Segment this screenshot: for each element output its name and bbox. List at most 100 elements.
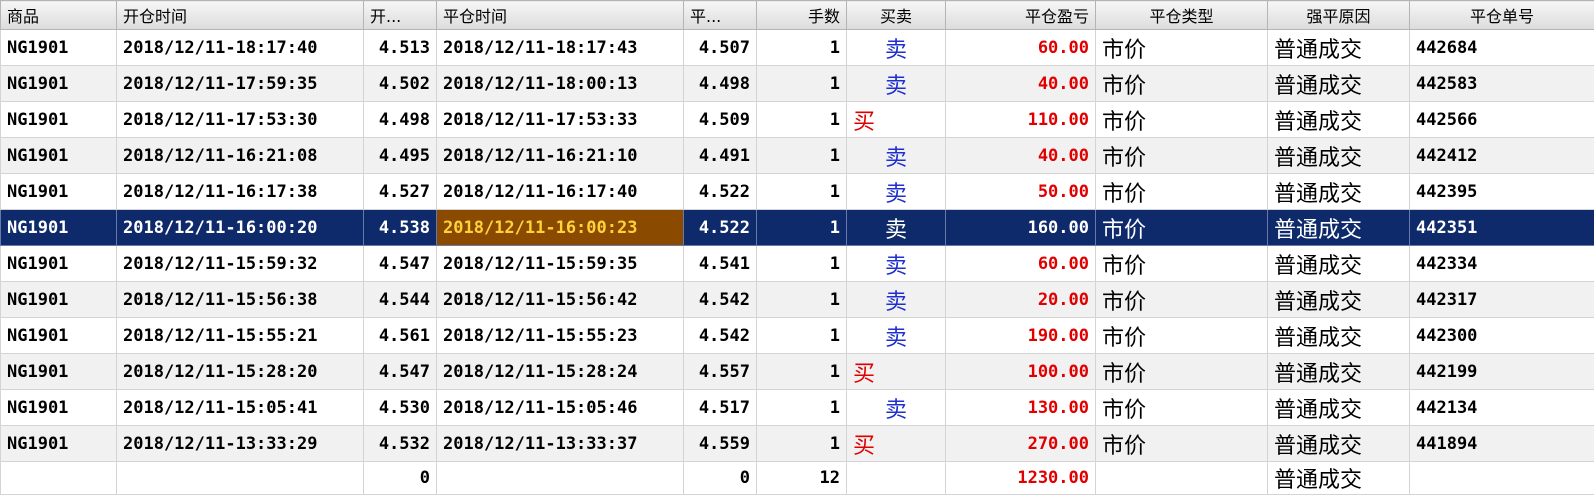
cell-close-time: 2018/12/11-18:17:43	[437, 30, 684, 66]
col-header-symbol[interactable]: 商品	[1, 1, 117, 30]
cell-close-price: 4.542	[684, 318, 757, 354]
cell-side: 卖	[847, 30, 946, 66]
cell-qty: 1	[757, 282, 847, 318]
cell-side: 卖	[847, 138, 946, 174]
cell-pnl: 130.00	[946, 390, 1096, 426]
cell-reason: 普通成交	[1268, 66, 1410, 102]
cell-open-price: 4.544	[364, 282, 437, 318]
cell-pnl: 160.00	[946, 210, 1096, 246]
cell-open-time: 2018/12/11-17:59:35	[117, 66, 364, 102]
cell-pnl: 50.00	[946, 174, 1096, 210]
cell-close-price: 4.522	[684, 174, 757, 210]
col-header-side[interactable]: 买卖	[847, 1, 946, 30]
table-row[interactable]: NG19012018/12/11-18:17:404.5132018/12/11…	[1, 30, 1594, 66]
cell-pnl: 40.00	[946, 138, 1096, 174]
cell-qty: 1	[757, 30, 847, 66]
table-row[interactable]: NG19012018/12/11-15:56:384.5442018/12/11…	[1, 282, 1594, 318]
col-header-close-type[interactable]: 平仓类型	[1096, 1, 1268, 30]
cell-order-no: 442317	[1410, 282, 1594, 318]
cell-close-type: 市价	[1096, 246, 1268, 282]
table-row[interactable]: NG19012018/12/11-16:00:204.5382018/12/11…	[1, 210, 1594, 246]
cell-close-type: 市价	[1096, 66, 1268, 102]
cell-reason: 普通成交	[1268, 426, 1410, 462]
cell-symbol: NG1901	[1, 138, 117, 174]
cell-reason: 普通成交	[1268, 174, 1410, 210]
cell-open-time: 2018/12/11-15:56:38	[117, 282, 364, 318]
cell-symbol: NG1901	[1, 426, 117, 462]
table-row[interactable]: NG19012018/12/11-15:28:204.5472018/12/11…	[1, 354, 1594, 390]
cell-open-time: 2018/12/11-13:33:29	[117, 426, 364, 462]
cell-symbol: NG1901	[1, 210, 117, 246]
cell-close-price: 4.522	[684, 210, 757, 246]
cell-open-price: 4.547	[364, 246, 437, 282]
cell-reason: 普通成交	[1268, 102, 1410, 138]
cell-close-type: 市价	[1096, 354, 1268, 390]
cell-close-type: 市价	[1096, 390, 1268, 426]
trade-history-table: 商品 开仓时间 开... 平仓时间 平... 手数 买卖 平仓盈亏 平仓类型 强…	[0, 0, 1594, 495]
cell-close-time: 2018/12/11-15:05:46	[437, 390, 684, 426]
cell-open-time: 2018/12/11-18:17:40	[117, 30, 364, 66]
cell-close-type: 市价	[1096, 30, 1268, 66]
cell-open-time: 2018/12/11-17:53:30	[117, 102, 364, 138]
cell-qty: 1	[757, 318, 847, 354]
cell-side: 卖	[847, 282, 946, 318]
cell-side: 买	[847, 102, 946, 138]
cell-open-price: 4.527	[364, 174, 437, 210]
header-row: 商品 开仓时间 开... 平仓时间 平... 手数 买卖 平仓盈亏 平仓类型 强…	[1, 1, 1594, 30]
table-row[interactable]: NG19012018/12/11-16:21:084.4952018/12/11…	[1, 138, 1594, 174]
col-header-close-time[interactable]: 平仓时间	[437, 1, 684, 30]
cell-close-price: 4.517	[684, 390, 757, 426]
col-header-order-no[interactable]: 平仓单号	[1410, 1, 1594, 30]
cell-pnl: 20.00	[946, 282, 1096, 318]
cell-qty: 1	[757, 174, 847, 210]
col-header-close-price[interactable]: 平...	[684, 1, 757, 30]
cell-qty: 1	[757, 246, 847, 282]
col-header-pnl[interactable]: 平仓盈亏	[946, 1, 1096, 30]
cell-close-type: 市价	[1096, 174, 1268, 210]
cell-open-price: 4.538	[364, 210, 437, 246]
cell-order-no: 442134	[1410, 390, 1594, 426]
cell-open-price: 4.547	[364, 354, 437, 390]
col-header-open-price[interactable]: 开...	[364, 1, 437, 30]
cell-side: 卖	[847, 210, 946, 246]
cell-close-type: 市价	[1096, 138, 1268, 174]
table-row[interactable]: NG19012018/12/11-15:59:324.5472018/12/11…	[1, 246, 1594, 282]
table-row[interactable]: NG19012018/12/11-15:55:214.5612018/12/11…	[1, 318, 1594, 354]
col-header-open-time[interactable]: 开仓时间	[117, 1, 364, 30]
table-row[interactable]: NG19012018/12/11-17:53:304.4982018/12/11…	[1, 102, 1594, 138]
cell-open-time: 2018/12/11-15:28:20	[117, 354, 364, 390]
cell-open-time: 2018/12/11-15:59:32	[117, 246, 364, 282]
cell-order-no: 442583	[1410, 66, 1594, 102]
cell-close-price: 4.491	[684, 138, 757, 174]
cell-close-time: 2018/12/11-16:00:23	[437, 210, 684, 246]
cell-open-price: 4.530	[364, 390, 437, 426]
cell-close-time: 2018/12/11-15:59:35	[437, 246, 684, 282]
table-row[interactable]: NG19012018/12/11-13:33:294.5322018/12/11…	[1, 426, 1594, 462]
cell-symbol: NG1901	[1, 390, 117, 426]
cell-side: 卖	[847, 318, 946, 354]
cell-open-time: 2018/12/11-16:21:08	[117, 138, 364, 174]
table-row[interactable]: NG19012018/12/11-15:05:414.5302018/12/11…	[1, 390, 1594, 426]
cell-side: 买	[847, 426, 946, 462]
col-header-reason[interactable]: 强平原因	[1268, 1, 1410, 30]
cell-close-time: 2018/12/11-17:53:33	[437, 102, 684, 138]
cell-open-time: 2018/12/11-15:55:21	[117, 318, 364, 354]
cell-reason: 普通成交	[1268, 282, 1410, 318]
cell-close-price: 4.541	[684, 246, 757, 282]
table-row[interactable]: NG19012018/12/11-16:17:384.5272018/12/11…	[1, 174, 1594, 210]
cell-pnl: 40.00	[946, 66, 1096, 102]
cell-close-price: 4.557	[684, 354, 757, 390]
cell-symbol: NG1901	[1, 246, 117, 282]
cell-reason: 普通成交	[1268, 318, 1410, 354]
table-row[interactable]: NG19012018/12/11-17:59:354.5022018/12/11…	[1, 66, 1594, 102]
cell-qty: 1	[757, 102, 847, 138]
cell-qty: 1	[757, 390, 847, 426]
col-header-qty[interactable]: 手数	[757, 1, 847, 30]
cell-close-type: 市价	[1096, 102, 1268, 138]
cell-side: 卖	[847, 66, 946, 102]
cell-symbol: NG1901	[1, 354, 117, 390]
cell-reason: 普通成交	[1268, 246, 1410, 282]
cell-qty: 1	[757, 138, 847, 174]
cell-open-time: 2018/12/11-16:00:20	[117, 210, 364, 246]
cell-side: 买	[847, 354, 946, 390]
